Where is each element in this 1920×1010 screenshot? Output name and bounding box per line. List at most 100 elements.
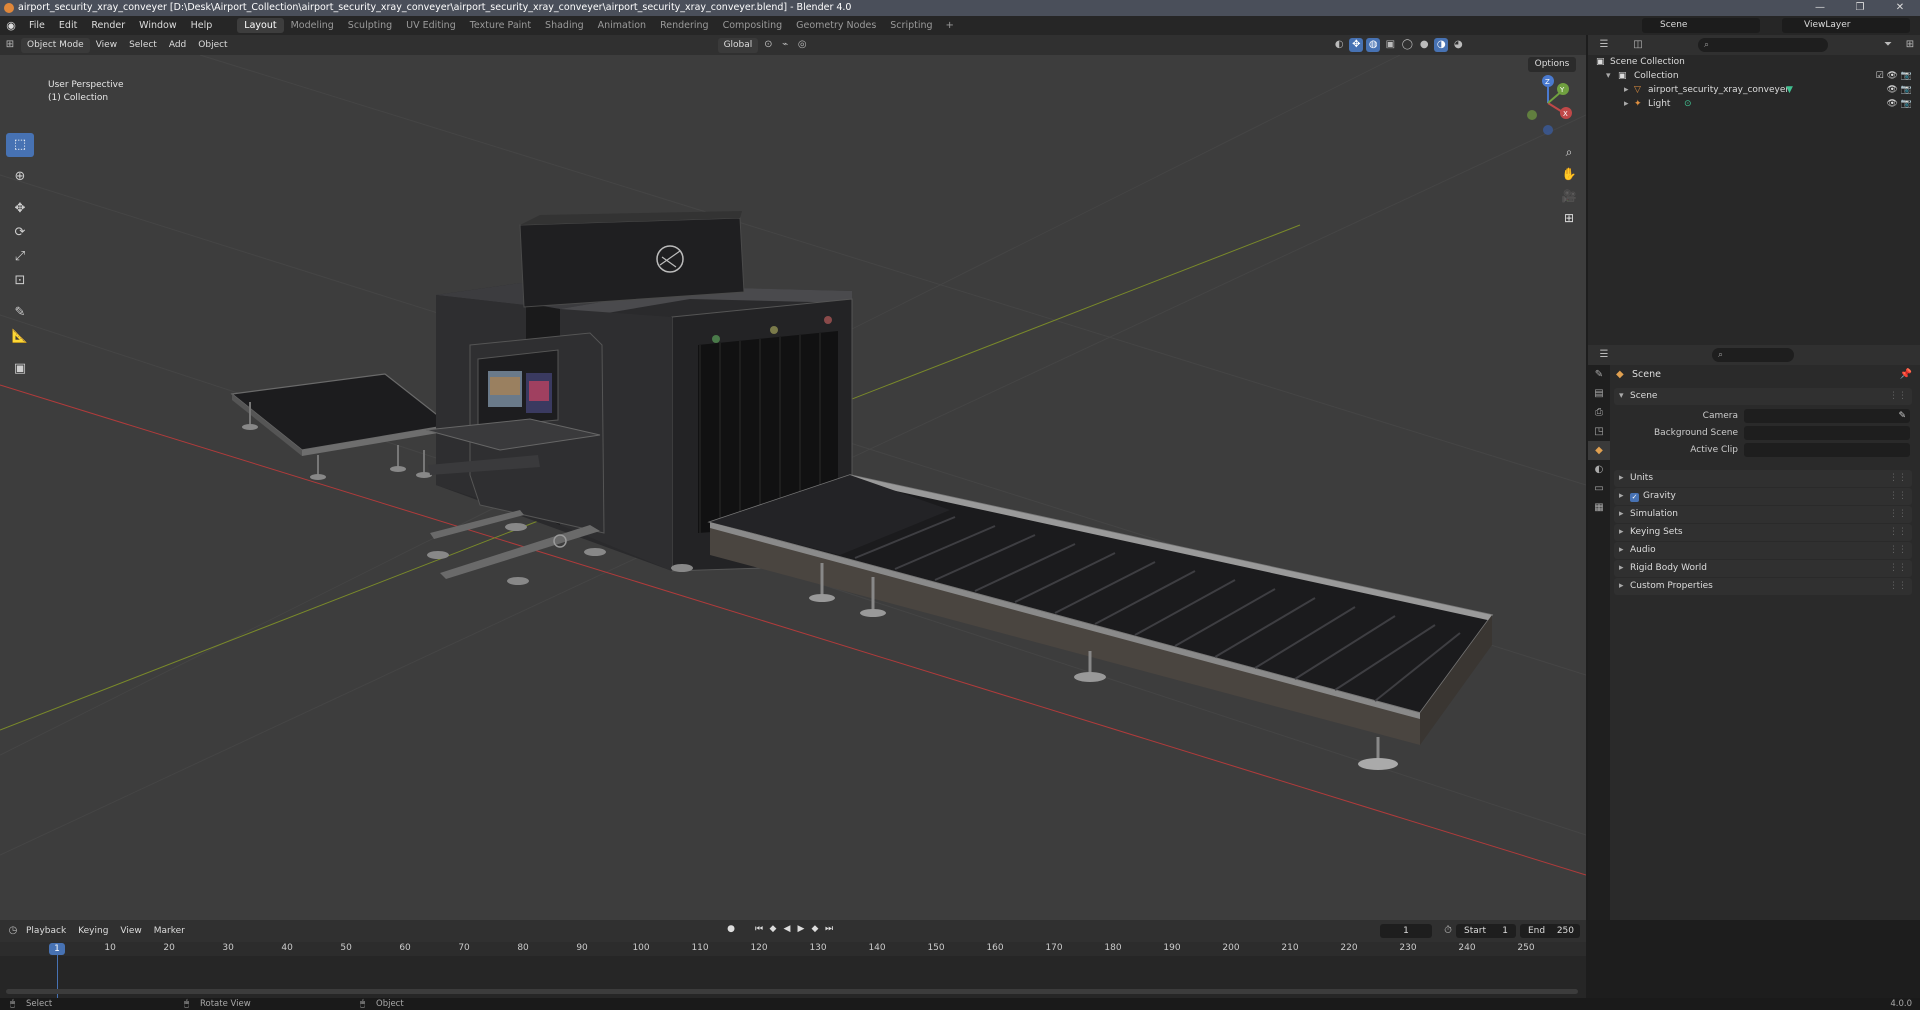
menu-timeline-view[interactable]: View xyxy=(114,926,147,936)
minimize-button[interactable]: — xyxy=(1800,0,1840,16)
item-chevron-icon[interactable]: ▸ xyxy=(1624,83,1629,97)
editor-type-icon[interactable]: ⊞ xyxy=(3,38,17,52)
collection-tab-icon[interactable]: ▭ xyxy=(1588,479,1610,498)
tab-animation[interactable]: Animation xyxy=(591,18,653,33)
display-mode-icon[interactable]: ◫ xyxy=(1631,38,1645,52)
scene-tab-icon[interactable]: ◆ xyxy=(1588,441,1610,460)
menu-view[interactable]: View xyxy=(90,40,123,50)
end-frame-field[interactable]: End 250 xyxy=(1520,924,1580,938)
perspective-grid-icon[interactable]: ⊞ xyxy=(1559,207,1579,229)
pivot-icon[interactable]: ⊙ xyxy=(761,38,775,52)
menu-marker[interactable]: Marker xyxy=(148,926,191,936)
camera-view-icon[interactable]: 🎥 xyxy=(1559,185,1579,207)
tab-layout[interactable]: Layout xyxy=(237,18,284,33)
visibility-icon[interactable]: ◐ xyxy=(1332,38,1346,52)
background-scene-field[interactable] xyxy=(1744,426,1910,440)
proportional-edit-icon[interactable]: ◎ xyxy=(795,38,809,52)
output-tab-icon[interactable]: ⎙ xyxy=(1588,403,1610,422)
menu-select[interactable]: Select xyxy=(123,40,163,50)
tab-geometry-nodes[interactable]: Geometry Nodes xyxy=(789,18,883,33)
scale-tool-icon[interactable]: ⤢ xyxy=(6,245,34,269)
texture-tab-icon[interactable]: ▦ xyxy=(1588,498,1610,517)
filter-icon[interactable]: ⏷ xyxy=(1881,38,1895,52)
panel-keying-sets[interactable]: ▸ Keying Sets ⋮⋮ xyxy=(1614,524,1912,541)
new-collection-icon[interactable]: ⊞ xyxy=(1903,38,1917,52)
shading-rendered-icon[interactable]: ◕ xyxy=(1451,38,1465,52)
menu-help[interactable]: Help xyxy=(184,20,220,31)
frame-ruler[interactable]: 1 10 20 30 40 50 60 70 80 90 100 110 120 130 140 150 16… xyxy=(0,942,1586,956)
options-dropdown[interactable]: Options xyxy=(1528,57,1576,72)
render-tab-icon[interactable]: ▤ xyxy=(1588,384,1610,403)
stopwatch-icon[interactable]: ⏱ xyxy=(1441,924,1455,938)
timeline-scrollbar[interactable] xyxy=(6,989,1578,994)
gizmo-toggle-icon[interactable]: ✥ xyxy=(1349,38,1364,52)
playhead-frame-label[interactable]: 1 xyxy=(49,943,65,955)
measure-tool-icon[interactable]: 📐 xyxy=(6,325,34,349)
shading-solid-icon[interactable]: ● xyxy=(1417,38,1431,52)
light-data-icon[interactable]: ⊙ xyxy=(1684,97,1692,111)
transform-tool-icon[interactable]: ⊡ xyxy=(6,269,34,293)
mesh-visibility-icon[interactable]: 👁 📷 xyxy=(1887,83,1913,97)
record-icon[interactable]: ● xyxy=(724,924,738,934)
tab-compositing[interactable]: Compositing xyxy=(716,18,790,33)
menu-object[interactable]: Object xyxy=(192,40,233,50)
3d-viewport[interactable]: Z X Y User Perspective (1) Collection Op… xyxy=(0,55,1586,920)
maximize-button[interactable]: ❐ xyxy=(1840,0,1880,16)
jump-start-icon[interactable]: ⏮ xyxy=(752,924,766,934)
jump-end-icon[interactable]: ⏭ xyxy=(822,924,836,934)
panel-custom-properties[interactable]: ▸ Custom Properties ⋮⋮ xyxy=(1614,578,1912,595)
active-clip-field[interactable] xyxy=(1744,443,1910,457)
current-frame-field[interactable]: 1 xyxy=(1380,924,1432,938)
tab-shading[interactable]: Shading xyxy=(538,18,591,33)
menu-file[interactable]: File xyxy=(22,20,52,31)
panel-simulation[interactable]: ▸ Simulation ⋮⋮ xyxy=(1614,506,1912,523)
xray-toggle-icon[interactable]: ▣ xyxy=(1383,38,1397,52)
gravity-checkbox[interactable]: ✓ xyxy=(1630,493,1639,502)
mesh-data-icon[interactable]: ▼ xyxy=(1786,83,1793,97)
panel-units[interactable]: ▸ Units ⋮⋮ xyxy=(1614,470,1912,487)
blender-logo-icon[interactable]: ◉ xyxy=(0,19,22,32)
overlay-toggle-icon[interactable]: ◍ xyxy=(1366,38,1381,52)
next-key-icon[interactable]: ◆ xyxy=(808,924,822,934)
play-icon[interactable]: ▶ xyxy=(794,924,808,934)
properties-search-input[interactable]: ⌕ xyxy=(1712,348,1794,362)
tab-texture-paint[interactable]: Texture Paint xyxy=(463,18,538,33)
tool-tab-icon[interactable]: ✎ xyxy=(1588,365,1610,384)
orientation-dropdown[interactable]: Global xyxy=(717,37,759,53)
outliner-scene-collection[interactable]: ▣ Scene Collection xyxy=(1588,55,1920,69)
timeline-editor-icon[interactable]: ◷ xyxy=(6,924,20,938)
menu-edit[interactable]: Edit xyxy=(52,20,84,31)
menu-keying[interactable]: Keying xyxy=(72,926,114,936)
outliner-collection[interactable]: ▾ ▣ Collection ☑ 👁 📷 xyxy=(1588,69,1920,83)
menu-add[interactable]: Add xyxy=(163,40,192,50)
select-box-tool-icon[interactable]: ⬚ xyxy=(6,133,34,157)
menu-render[interactable]: Render xyxy=(84,20,132,31)
start-frame-field[interactable]: Start 1 xyxy=(1456,924,1516,938)
view-layer-tab-icon[interactable]: ◳ xyxy=(1588,422,1610,441)
panel-audio[interactable]: ▸ Audio ⋮⋮ xyxy=(1614,542,1912,559)
scene-selector[interactable]: Scene xyxy=(1642,18,1760,33)
shading-material-icon[interactable]: ◑ xyxy=(1434,38,1449,52)
pan-hand-icon[interactable]: ✋ xyxy=(1559,163,1579,185)
world-tab-icon[interactable]: ◐ xyxy=(1588,460,1610,479)
close-button[interactable]: ✕ xyxy=(1880,0,1920,16)
tab-sculpting[interactable]: Sculpting xyxy=(341,18,399,33)
panel-gravity[interactable]: ▸ ✓ Gravity ⋮⋮ xyxy=(1614,488,1912,505)
play-reverse-icon[interactable]: ◀ xyxy=(780,924,794,934)
prev-key-icon[interactable]: ◆ xyxy=(766,924,780,934)
menu-window[interactable]: Window xyxy=(132,20,183,31)
shading-wireframe-icon[interactable]: ◯ xyxy=(1400,38,1414,52)
move-tool-icon[interactable]: ✥ xyxy=(6,197,34,221)
drag-grip-icon[interactable]: ⋮⋮ xyxy=(1889,388,1907,405)
pin-icon[interactable]: 📌 xyxy=(1900,369,1912,380)
camera-field[interactable]: ✎ xyxy=(1744,409,1910,423)
outliner-search-input[interactable]: ⌕ xyxy=(1698,38,1828,52)
rotate-tool-icon[interactable]: ⟳ xyxy=(6,221,34,245)
zoom-icon[interactable]: ⌕ xyxy=(1559,141,1579,163)
add-cube-tool-icon[interactable]: ▣ xyxy=(6,357,34,381)
light-chevron-icon[interactable]: ▸ xyxy=(1624,97,1629,111)
properties-editor-icon[interactable]: ☰ xyxy=(1597,348,1611,362)
snap-icon[interactable]: ⌁ xyxy=(778,38,792,52)
timeline-area[interactable]: 1 10 20 30 40 50 60 70 80 90 100 110 120 130 140 150 16… xyxy=(0,942,1586,998)
panel-rigid-body-world[interactable]: ▸ Rigid Body World ⋮⋮ xyxy=(1614,560,1912,577)
